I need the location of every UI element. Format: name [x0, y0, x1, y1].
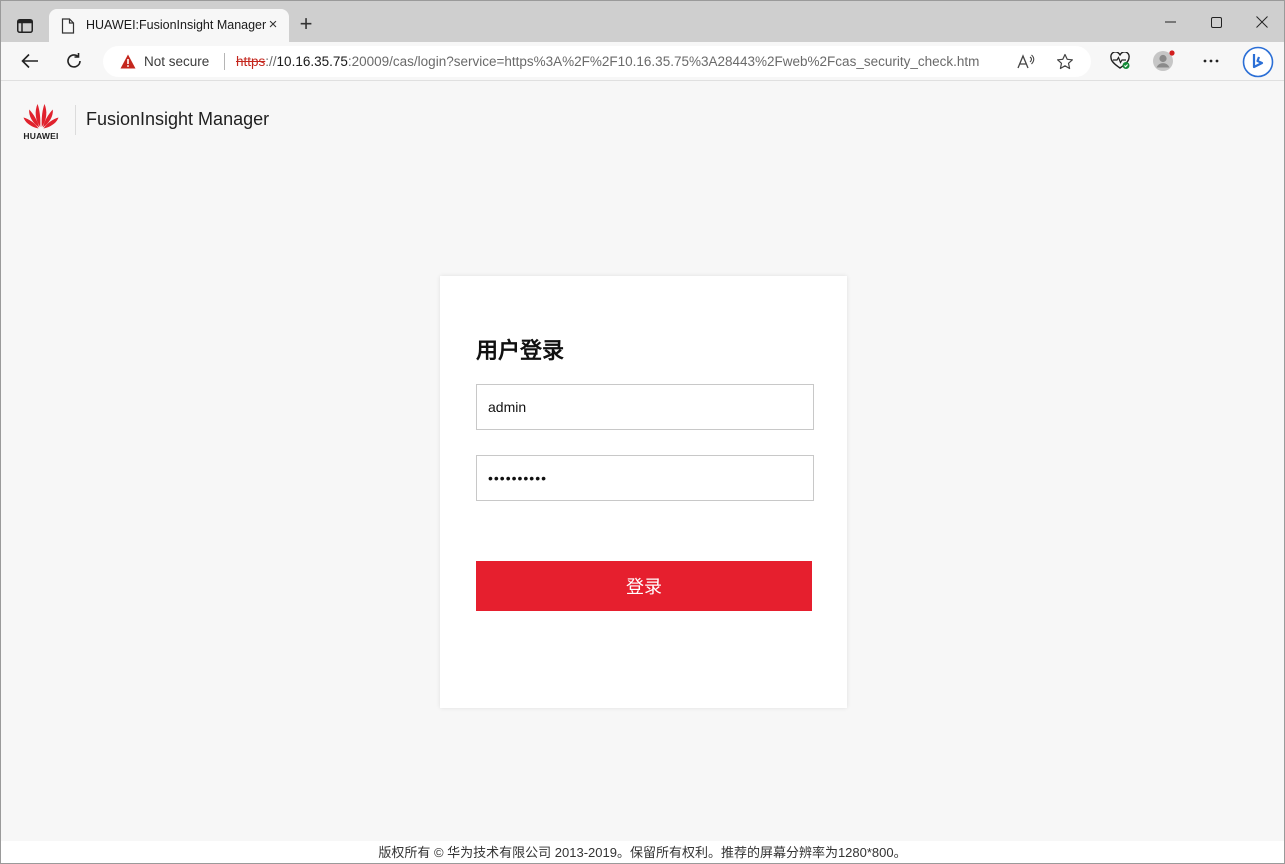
page-content: HUAWEI FusionInsight Manager 用户登录 登录 版权所… [1, 81, 1284, 863]
copyright-footer: 版权所有 © 华为技术有限公司 2013-2019。保留所有权利。推荐的屏幕分辨… [1, 841, 1284, 863]
login-title: 用户登录 [476, 338, 565, 363]
refresh-icon[interactable] [62, 50, 86, 72]
bing-copilot-icon[interactable] [1242, 46, 1274, 78]
minimize-icon[interactable] [1156, 11, 1186, 33]
huawei-logo-text: HUAWEI [23, 131, 59, 141]
password-input[interactable] [476, 455, 814, 501]
url-text[interactable]: https://10.16.35.75:20009/cas/login?serv… [236, 54, 979, 69]
address-bar[interactable]: Not secure https://10.16.35.75:20009/cas… [103, 46, 1091, 77]
url-path: :20009/cas/login?service=https%3A%2F%2F1… [347, 54, 980, 69]
address-separator [224, 53, 225, 70]
back-arrow-icon[interactable] [18, 50, 42, 72]
tab-strip: HUAWEI:FusionInsight Manager × + [1, 1, 1284, 42]
browser-essentials-icon[interactable] [1108, 50, 1132, 72]
tab-actions-icon[interactable] [11, 14, 39, 38]
username-input[interactable] [476, 384, 814, 430]
url-separator: :// [265, 54, 277, 69]
app-title: FusionInsight Manager [86, 109, 270, 129]
login-button[interactable]: 登录 [476, 561, 812, 611]
read-aloud-icon[interactable] [1016, 52, 1036, 72]
maximize-icon[interactable] [1201, 11, 1231, 33]
profile-avatar-icon[interactable] [1152, 50, 1176, 72]
tab-fusioninsight[interactable]: HUAWEI:FusionInsight Manager × [49, 9, 289, 42]
page-icon [61, 18, 75, 34]
login-card: 用户登录 登录 [440, 276, 847, 708]
browser-toolbar: Not secure https://10.16.35.75:20009/cas… [1, 42, 1284, 81]
header-divider [75, 105, 76, 135]
warning-icon[interactable] [120, 54, 136, 69]
url-host: 10.16.35.75 [276, 54, 348, 69]
new-tab-button[interactable]: + [295, 13, 317, 36]
browser-window: HUAWEI:FusionInsight Manager × + Not sec… [0, 0, 1285, 864]
tab-title: HUAWEI:FusionInsight Manager [86, 18, 267, 32]
close-window-icon[interactable] [1247, 11, 1277, 33]
favorite-star-icon[interactable] [1055, 52, 1075, 72]
tab-close-icon[interactable]: × [266, 17, 280, 32]
url-protocol: https [236, 54, 266, 69]
not-secure-label[interactable]: Not secure [144, 54, 209, 69]
more-options-icon[interactable] [1199, 50, 1223, 72]
huawei-logo: HUAWEI [21, 100, 61, 142]
